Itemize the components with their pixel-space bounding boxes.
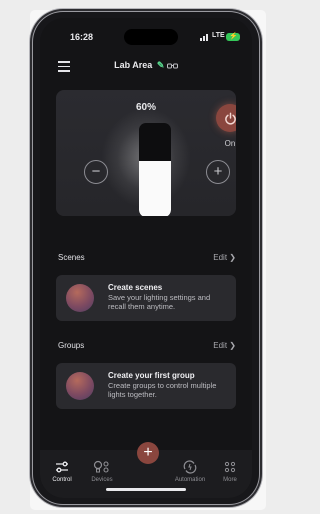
status-bar: 16:28 LTE ⚡ [40,29,252,46]
chevron-right-icon: ❯ [229,341,236,350]
sliders-icon [56,461,68,473]
create-group-card[interactable]: Create your first group Create groups to… [56,363,236,409]
create-scenes-card[interactable]: Create scenes Save your lighting setting… [56,275,236,321]
brightness-percent: 60% [135,102,156,113]
tab-control-label: Control [52,477,72,483]
tab-automation[interactable]: Automation [170,460,210,483]
home-indicator [106,488,186,491]
app-screen: 16:28 LTE ⚡ Lab Area ✎ 60% − + On Scenes… [40,18,252,498]
more-icon [224,461,236,473]
groups-edit-label: Edit [213,341,228,350]
page-title[interactable]: Lab Area ✎ [40,60,252,71]
top-bar: Lab Area ✎ [40,58,252,74]
room-name: Lab Area [114,60,153,70]
tab-devices[interactable]: Devices [82,460,122,483]
chevron-right-icon: ❯ [229,253,236,262]
scenes-card-title: Create scenes [108,283,163,292]
add-button[interactable]: + [137,442,159,464]
automation-icon [183,460,197,474]
tab-control[interactable]: Control [42,460,82,483]
tab-devices-label: Devices [91,477,113,483]
tab-more[interactable]: More [210,460,250,483]
network-label: LTE [212,32,225,39]
scenes-card-description: Save your lighting settings and recall t… [108,293,211,311]
bulbs-icon [93,460,109,473]
edit-pencil-icon[interactable]: ✎ [157,60,165,70]
scenes-heading: Scenes [58,253,85,262]
power-button[interactable] [216,104,236,132]
increase-brightness-button[interactable]: + [206,160,230,184]
groups-card-description: Create groups to control multiple lights… [108,381,217,399]
groups-edit-button[interactable]: Edit ❯ [213,341,236,350]
signal-icon [200,34,208,41]
decrease-brightness-button[interactable]: − [84,160,108,184]
dynamic-island [124,29,178,45]
power-icon [224,112,236,125]
side-button [259,132,262,172]
group-gradient-icon [66,372,94,400]
light-control-panel: 60% − + On [56,90,236,216]
scenes-edit-button[interactable]: Edit ❯ [213,253,236,262]
groups-heading: Groups [58,341,85,350]
groups-card-title: Create your first group [108,371,195,380]
brightness-slider-fill [139,160,171,216]
status-time: 16:28 [70,32,94,42]
tab-automation-label: Automation [174,477,206,483]
plus-icon: + [143,444,153,461]
brightness-slider[interactable] [139,123,171,216]
glasses-icon [166,63,178,69]
tab-more-label: More [223,477,237,483]
power-state-label: On [224,139,236,148]
scenes-edit-label: Edit [213,253,228,262]
battery-icon: ⚡ [226,33,240,41]
scene-gradient-icon [66,284,94,312]
